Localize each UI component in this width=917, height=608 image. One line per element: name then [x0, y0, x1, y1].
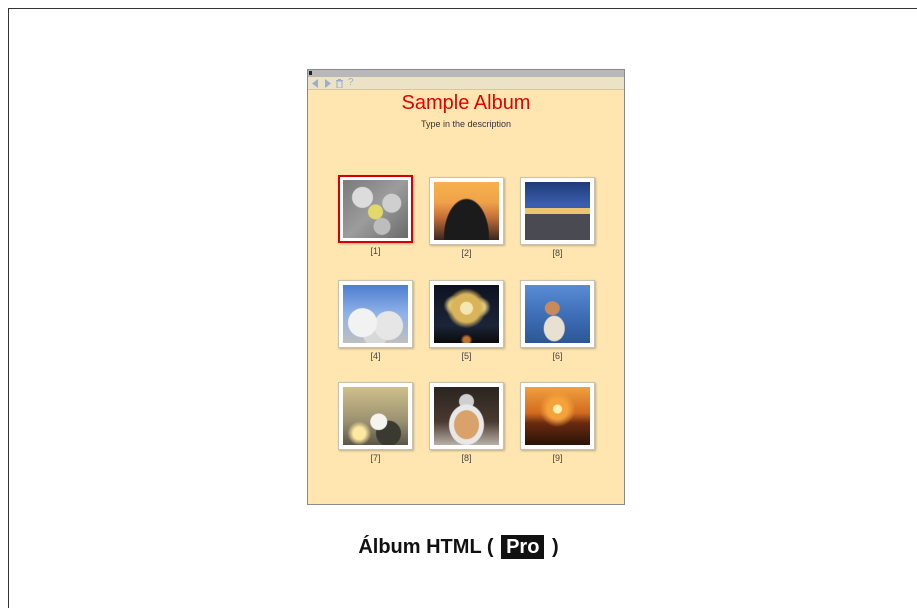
- thumbnail-3[interactable]: [520, 177, 595, 245]
- thumbnail-7[interactable]: [338, 382, 413, 450]
- thumbnail-5[interactable]: [429, 280, 504, 348]
- thumbnail-image: [525, 387, 590, 445]
- thumbnail-caption: [1]: [370, 246, 381, 256]
- thumbnail-image: [434, 387, 499, 445]
- thumbnail-caption: [4]: [370, 351, 381, 361]
- thumbnail-caption: [8]: [461, 453, 472, 463]
- thumbnail-caption: [5]: [461, 351, 472, 361]
- thumbnail-9[interactable]: [520, 382, 595, 450]
- loading-indicator: [309, 71, 312, 75]
- thumbnail-caption: [7]: [370, 453, 381, 463]
- thumbnail-1[interactable]: [338, 175, 413, 243]
- footer-suffix: ): [551, 536, 559, 558]
- thumbnail-4[interactable]: [338, 280, 413, 348]
- thumbnail-6[interactable]: [520, 280, 595, 348]
- thumbnail-image: [434, 182, 499, 240]
- trash-icon[interactable]: [336, 78, 343, 88]
- thumbnail-8[interactable]: [429, 382, 504, 450]
- pro-badge: Pro: [501, 535, 545, 559]
- thumbnail-image: [525, 285, 590, 343]
- thumbnail-image: [343, 180, 408, 238]
- thumbnail-image: [343, 387, 408, 445]
- footer-caption: Álbum HTML ( Pro ): [0, 534, 917, 560]
- thumbnail-caption: [9]: [552, 453, 563, 463]
- thumbnail-caption: [2]: [461, 248, 472, 258]
- footer-prefix: Álbum HTML (: [358, 536, 494, 558]
- album-description: Type in the description: [420, 119, 512, 129]
- back-arrow-icon[interactable]: [312, 78, 319, 88]
- thumbnail-caption: [8]: [552, 248, 563, 258]
- thumbnail-image: [525, 182, 590, 240]
- album-preview-window: ? Sample Album Type in the description […: [307, 69, 625, 505]
- album-toolbar: ?: [308, 70, 624, 90]
- album-title: Sample Album: [401, 92, 531, 114]
- forward-arrow-icon[interactable]: [324, 78, 331, 88]
- thumbnail-image: [434, 285, 499, 343]
- thumbnail-caption: [6]: [552, 351, 563, 361]
- help-icon[interactable]: ?: [348, 77, 354, 89]
- thumbnail-2[interactable]: [429, 177, 504, 245]
- thumbnail-image: [343, 285, 408, 343]
